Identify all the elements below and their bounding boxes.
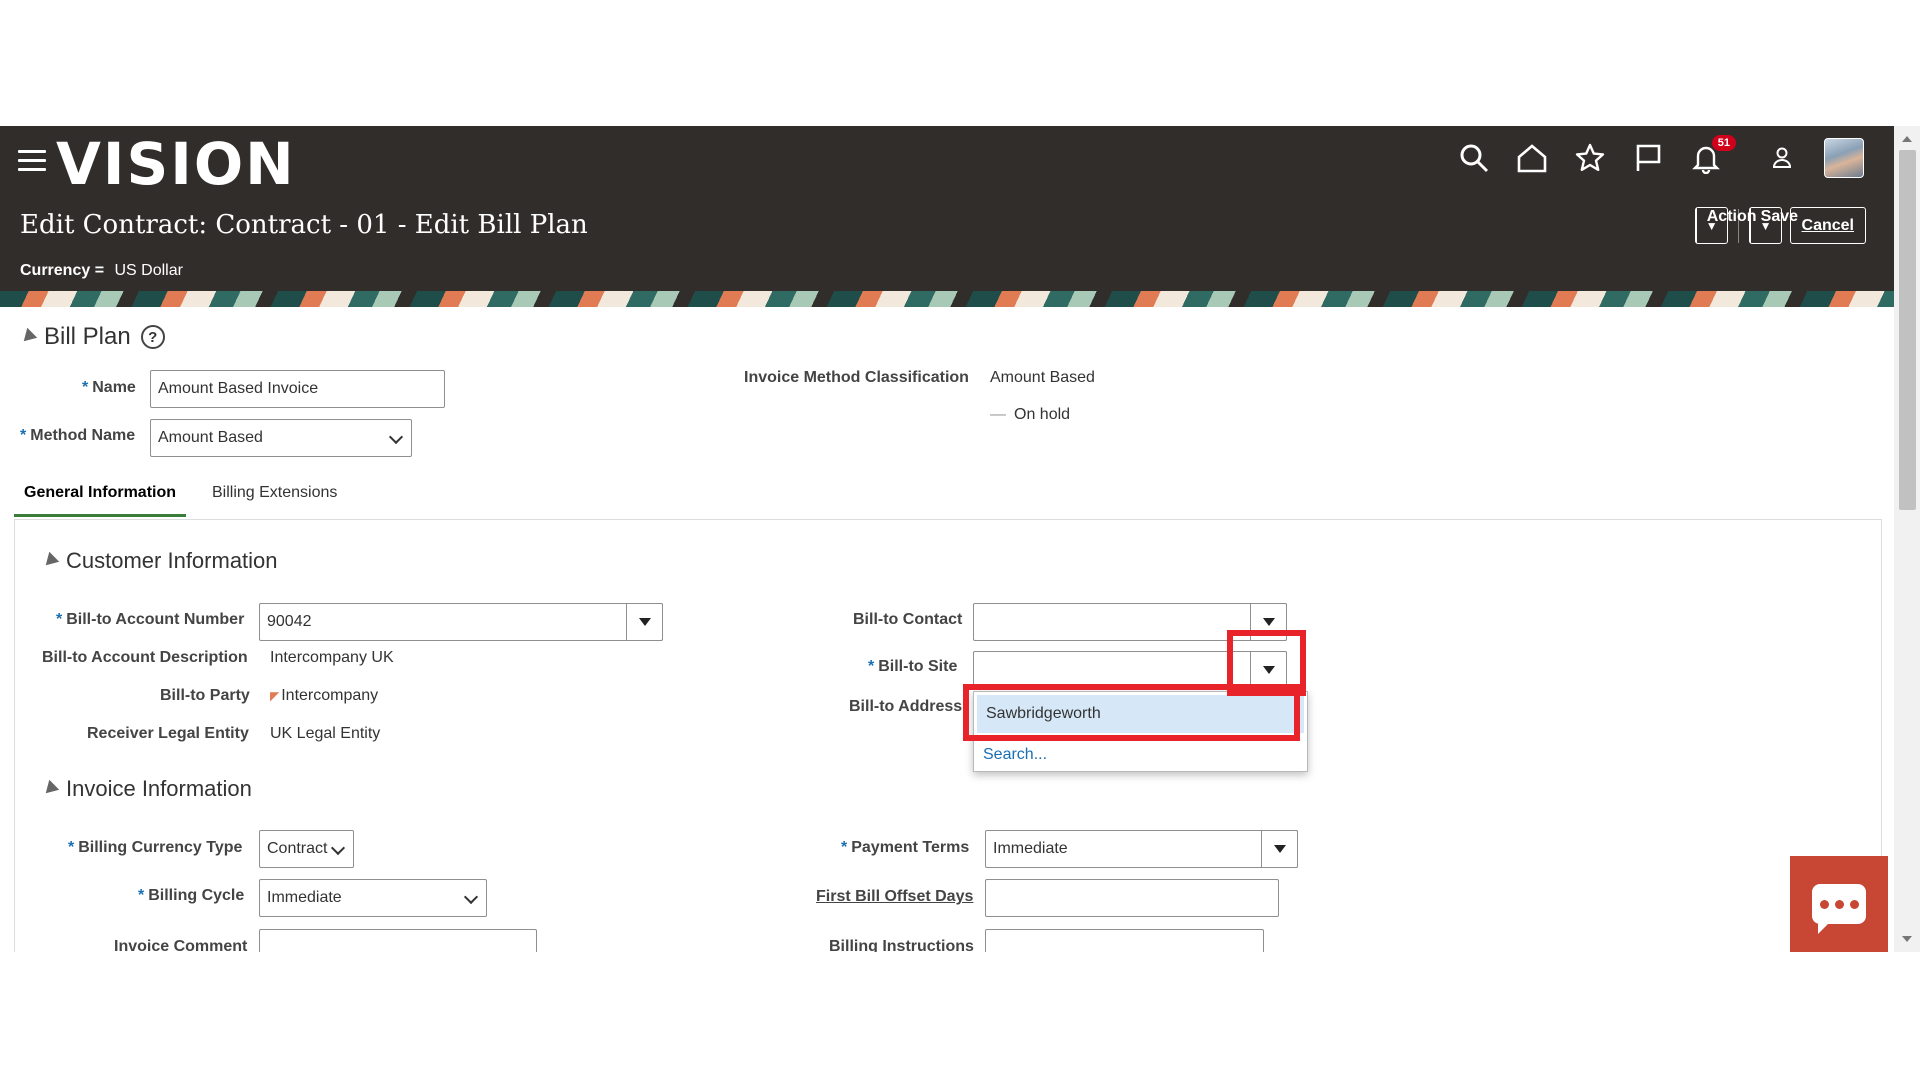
scroll-up-icon[interactable] (1902, 136, 1912, 142)
required-icon: * (138, 887, 145, 904)
currency-label: Currency = (20, 262, 105, 279)
bill-to-account-number-label: * Bill-to Account Number (56, 611, 245, 628)
required-icon: * (56, 611, 63, 628)
collapse-icon[interactable] (18, 327, 38, 347)
site-dropdown: Sawbridgeworth Search... (973, 691, 1308, 772)
flag-icon: ◤ (270, 689, 280, 703)
chat-icon (1812, 884, 1866, 934)
chevron-down-icon (330, 840, 346, 856)
bill-to-address-label: Bill-to Address (849, 698, 963, 715)
bill-to-account-description-label: Bill-to Account Description (42, 649, 248, 666)
invoice-info-heading[interactable]: Invoice Information (40, 776, 252, 802)
account-lov-button[interactable] (626, 603, 663, 641)
help-icon[interactable]: ? (140, 325, 165, 349)
required-icon: * (841, 839, 848, 856)
required-icon: * (68, 839, 75, 856)
invoice-comment-label: Invoice Comment (114, 938, 248, 952)
collapse-icon[interactable] (40, 779, 60, 799)
header-banner (0, 291, 1894, 307)
dropdown-search-link[interactable]: Search... (974, 736, 1307, 774)
required-icon: * (82, 379, 89, 396)
invoice-info-title: Invoice Information (66, 776, 252, 801)
tab-bar: General Information Billing Extensions (14, 476, 1882, 520)
chevron-down-icon (463, 889, 479, 905)
method-name-label: * Method Name (20, 427, 136, 444)
save-button[interactable]: Save (1750, 208, 1809, 226)
search-icon[interactable] (1458, 142, 1490, 174)
first-bill-offset-days-label[interactable]: First Bill Offset Days (816, 888, 973, 906)
home-icon[interactable] (1516, 142, 1548, 174)
currency-value: US Dollar (114, 262, 183, 279)
dropdown-option-sawbridgeworth[interactable]: Sawbridgeworth (977, 695, 1304, 733)
global-header: VISION 51 Edit Contract: Contract - 01 -… (0, 126, 1894, 307)
receiver-legal-entity-value: UK Legal Entity (270, 725, 381, 742)
scroll-down-icon[interactable] (1902, 936, 1912, 942)
method-name-select[interactable]: Amount Based (150, 419, 412, 457)
receiver-legal-entity-label: Receiver Legal Entity (87, 725, 249, 742)
hamburger-icon[interactable] (18, 150, 46, 172)
bill-to-contact-label: Bill-to Contact (853, 611, 963, 628)
billing-instructions-input[interactable] (985, 929, 1264, 952)
chevron-down-icon (388, 429, 404, 445)
first-bill-offset-days-input[interactable] (985, 879, 1279, 917)
contact-lov-button[interactable] (1250, 603, 1287, 641)
bill-to-party-label: Bill-to Party (160, 687, 250, 704)
header-buttons: Action ▼ Save ▼ Cancel (1694, 207, 1866, 244)
scrollbar[interactable] (1894, 126, 1920, 952)
billing-currency-type-label: * Billing Currency Type (68, 839, 243, 856)
bill-to-account-description-value: Intercompany UK (270, 649, 394, 666)
name-input[interactable]: Amount Based Invoice (150, 370, 445, 408)
bill-to-site-input[interactable] (973, 651, 1287, 689)
chat-button[interactable] (1790, 856, 1888, 952)
bill-plan-title: Bill Plan (44, 323, 131, 350)
bill-to-account-number-input[interactable]: 90042 (259, 603, 663, 641)
logo: VISION (56, 130, 296, 198)
required-icon: * (20, 427, 27, 444)
action-button-group: Action ▼ (1694, 207, 1757, 244)
payment-terms-label: * Payment Terms (841, 839, 970, 856)
bill-to-contact-input[interactable] (973, 603, 1287, 641)
invoice-method-value: Amount Based (990, 369, 1095, 386)
billing-cycle-select[interactable]: Immediate (259, 879, 487, 917)
currency-info: Currency = US Dollar (20, 262, 183, 280)
person-icon[interactable] (1766, 142, 1798, 174)
flag-icon[interactable] (1632, 142, 1664, 174)
invoice-method-label: Invoice Method Classification (744, 369, 969, 386)
header-icon-bar: 51 (1458, 135, 1864, 178)
page-title: Edit Contract: Contract - 01 - Edit Bill… (20, 210, 588, 240)
payment-terms-input[interactable]: Immediate (985, 830, 1298, 868)
payment-terms-lov-button[interactable] (1261, 830, 1298, 868)
bill-plan-heading[interactable]: Bill Plan ? (18, 323, 165, 351)
star-icon[interactable] (1574, 142, 1606, 174)
bell-icon[interactable]: 51 (1690, 135, 1736, 174)
required-icon: * (868, 658, 875, 675)
bill-to-party-value[interactable]: ◤ Intercompany (270, 687, 378, 705)
tab-billing-extensions[interactable]: Billing Extensions (202, 484, 347, 514)
billing-cycle-label: * Billing Cycle (138, 887, 245, 904)
invoice-comment-input[interactable] (259, 929, 537, 952)
app-window: VISION 51 Edit Contract: Contract - 01 -… (0, 126, 1920, 952)
notification-badge: 51 (1711, 135, 1736, 151)
name-label: * Name (82, 379, 136, 396)
tab-general-information[interactable]: General Information (14, 484, 187, 517)
customer-info-title: Customer Information (66, 548, 278, 573)
avatar[interactable] (1824, 138, 1864, 178)
collapse-icon[interactable] (40, 551, 60, 571)
billing-instructions-label: Billing Instructions (829, 938, 974, 952)
scroll-thumb[interactable] (1899, 150, 1916, 510)
site-lov-button[interactable] (1250, 651, 1287, 689)
customer-info-heading[interactable]: Customer Information (40, 548, 278, 574)
bill-to-site-label: * Bill-to Site (868, 658, 958, 675)
billing-currency-type-select[interactable]: Contract (259, 830, 354, 868)
save-button-group: Save ▼ (1748, 207, 1798, 244)
on-hold-status: — On hold (990, 406, 1071, 423)
